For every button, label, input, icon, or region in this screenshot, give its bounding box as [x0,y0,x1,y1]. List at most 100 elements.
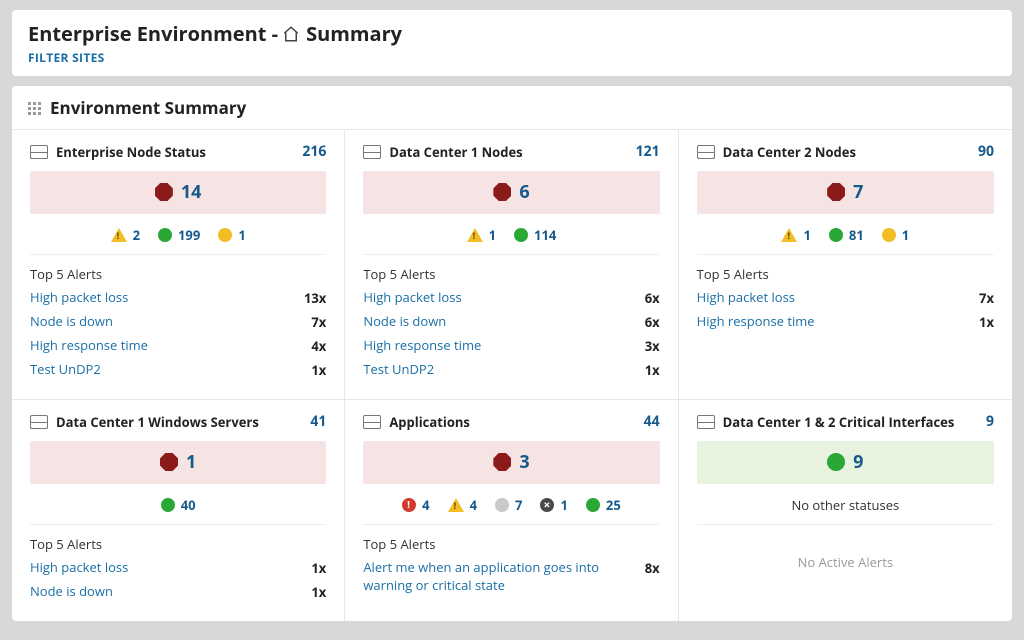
warning-icon [448,498,464,512]
server-icon [697,145,715,159]
alert-row: High response time 4x [30,337,326,355]
status-row: 4 4 71 25 [363,492,659,525]
alert-link[interactable]: High response time [30,337,297,355]
up-icon [158,228,172,242]
status-item[interactable]: 199 [158,226,200,244]
card-title: Data Center 1 Nodes [389,143,522,161]
unreachable-icon [540,498,554,512]
card-title: Data Center 2 Nodes [723,143,856,161]
alert-link[interactable]: Node is down [30,583,297,601]
alert-count: 8x [645,559,660,577]
header-bar: Enterprise Environment - Summary FILTER … [12,10,1012,76]
alert-link[interactable]: High packet loss [30,559,297,577]
warning-circle-icon [218,228,232,242]
dashboard-card: Enterprise Node Status2161421991Top 5 Al… [12,130,345,399]
card-total-count[interactable]: 121 [636,142,660,161]
page-title: Enterprise Environment - Summary [28,20,996,47]
status-value: 1 [238,226,245,244]
card-total-count[interactable]: 44 [644,412,660,431]
alert-count: 1x [311,559,326,577]
alert-link[interactable]: High packet loss [363,289,630,307]
alert-row: High packet loss 1x [30,559,326,577]
status-row: 1811 [697,222,994,255]
alert-count: 1x [311,583,326,601]
card-title: Enterprise Node Status [56,143,206,161]
status-row: 1 114 [363,222,659,255]
filter-sites-link[interactable]: FILTER SITES [28,47,105,66]
critical-icon [493,183,511,201]
alert-link[interactable]: High response time [363,337,630,355]
alert-link[interactable]: High packet loss [697,289,965,307]
card-hero[interactable]: 7 [697,171,994,214]
card-total-count[interactable]: 41 [310,412,326,431]
alert-link[interactable]: High response time [697,313,965,331]
card-hero[interactable]: 1 [30,441,326,484]
alert-count: 7x [979,289,994,307]
card-title: Data Center 1 Windows Servers [56,413,259,431]
status-item[interactable]: 7 [495,496,522,514]
status-item[interactable]: 4 [402,496,429,514]
card-hero[interactable]: 3 [363,441,659,484]
up-icon [161,498,175,512]
critical-icon [160,453,178,471]
status-item[interactable]: 1 [218,226,245,244]
status-value: 1 [803,226,810,244]
drag-handle-icon[interactable] [28,102,40,114]
alert-link[interactable]: Node is down [30,313,297,331]
status-item[interactable]: 25 [586,496,621,514]
status-item[interactable]: 114 [514,226,556,244]
status-item[interactable]: 1 [882,226,909,244]
alert-count: 3x [645,337,660,355]
status-value: 1 [902,226,909,244]
server-icon [30,145,48,159]
status-item[interactable]: 2 [111,226,140,244]
card-hero[interactable]: 9 [697,441,994,484]
card-title: Data Center 1 & 2 Critical Interfaces [723,413,955,431]
alert-row: High packet loss6x [363,289,659,307]
alert-row: Node is down7x [30,313,326,331]
card-total-count[interactable]: 9 [986,412,994,431]
alert-link[interactable]: Test UnDP2 [30,361,297,379]
status-value: 199 [178,226,200,244]
unknown-icon [495,498,509,512]
alert-row: Test UnDP21x [30,361,326,379]
dashboard-card: Applications443447125Top 5 AlertsAlert m… [345,399,678,621]
card-total-count[interactable]: 216 [302,142,326,161]
alert-link[interactable]: High packet loss [30,289,290,307]
status-value: 81 [849,226,864,244]
server-icon [30,415,48,429]
warning-icon [467,228,483,242]
panel-header: Environment Summary [12,86,1012,130]
status-value: 2 [133,226,140,244]
alert-link[interactable]: Alert me when an application goes into w… [363,559,630,594]
card-hero[interactable]: 14 [30,171,326,214]
status-item[interactable]: 81 [829,226,864,244]
up-icon [514,228,528,242]
card-hero[interactable]: 6 [363,171,659,214]
status-value: 7 [515,496,522,514]
alerts-heading: Top 5 Alerts [363,265,659,283]
critical-icon [827,183,845,201]
card-total-count[interactable]: 90 [978,142,994,161]
alert-link[interactable]: Test UnDP2 [363,361,630,379]
status-item[interactable]: 1 [467,226,496,244]
status-item[interactable]: 4 [448,496,477,514]
warning-icon [111,228,127,242]
status-item[interactable]: 1 [781,226,810,244]
alert-count: 1x [645,361,660,379]
alerts-heading: Top 5 Alerts [363,535,659,553]
critical-icon [155,183,173,201]
status-value: 4 [470,496,477,514]
up-icon [827,453,845,471]
warning-circle-icon [882,228,896,242]
card-title: Applications [389,413,470,431]
status-item[interactable]: 40 [161,496,196,514]
server-icon [363,145,381,159]
status-item[interactable]: 1 [540,496,567,514]
status-value: 25 [606,496,621,514]
card-hero-value: 7 [853,180,863,204]
alert-count: 4x [311,337,326,355]
alert-link[interactable]: Node is down [363,313,630,331]
alert-row: Node is down6x [363,313,659,331]
dashboard-grid: Enterprise Node Status2161421991Top 5 Al… [12,130,1012,621]
